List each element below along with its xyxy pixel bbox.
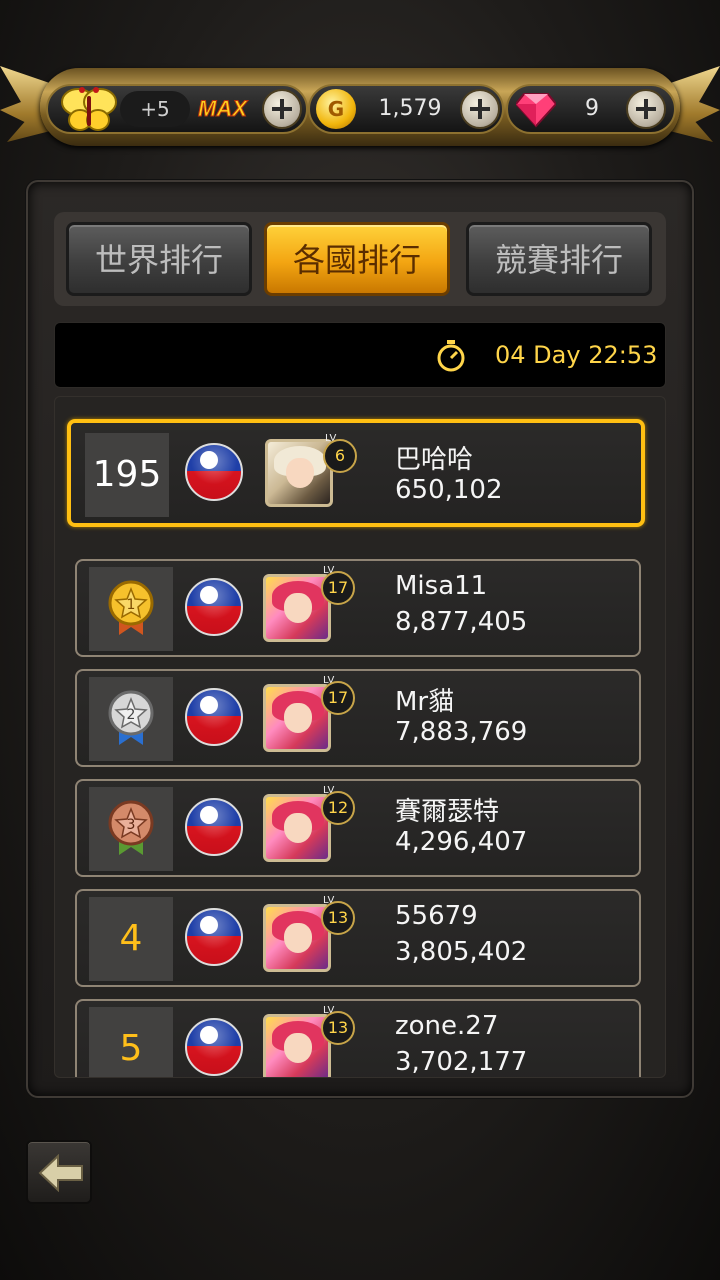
gem-amount: 9 bbox=[585, 96, 599, 121]
resource-bar: +5 MAX G 1,579 9 bbox=[0, 62, 720, 162]
energy-counter: +5 MAX bbox=[46, 84, 308, 134]
taiwan-flag-icon bbox=[185, 578, 243, 636]
taiwan-flag-icon bbox=[185, 1018, 243, 1076]
rank-number: 195 bbox=[85, 433, 169, 517]
rank-row[interactable]: 2 LV 17 Mr貓 7,883,769 bbox=[75, 669, 641, 767]
butterfly-energy-icon bbox=[61, 87, 117, 131]
rank-row[interactable]: 1 LV 17 Misa11 8,877,405 bbox=[75, 559, 641, 657]
player-score: 8,877,405 bbox=[395, 607, 528, 637]
svg-text:1: 1 bbox=[127, 597, 136, 613]
player-name: Mr貓 bbox=[395, 687, 455, 717]
timer-text: 04 Day 22:53 bbox=[495, 341, 658, 369]
player-score: 3,805,402 bbox=[395, 937, 528, 967]
gem-icon bbox=[516, 93, 556, 128]
player-level: 13 bbox=[321, 901, 355, 935]
rank-box: 3 bbox=[89, 787, 173, 871]
my-rank-row[interactable]: 195 LV 6 巴哈哈 650,102 bbox=[67, 419, 645, 527]
player-level: 17 bbox=[321, 681, 355, 715]
player-name: 55679 bbox=[395, 901, 478, 931]
ranking-list[interactable]: 195 LV 6 巴哈哈 650,102 1 LV 17 Misa11 8,87… bbox=[54, 396, 666, 1078]
taiwan-flag-icon bbox=[185, 908, 243, 966]
player-level: 17 bbox=[321, 571, 355, 605]
energy-max-label: MAX bbox=[198, 96, 248, 122]
rank-row[interactable]: 3 LV 12 賽爾瑟特 4,296,407 bbox=[75, 779, 641, 877]
gold-amount: 1,579 bbox=[378, 96, 442, 121]
rank-number: 5 bbox=[89, 1007, 173, 1077]
bronze-medal-icon: 3 bbox=[108, 800, 154, 855]
player-score: 7,883,769 bbox=[395, 717, 528, 747]
gold-medal-icon: 1 bbox=[108, 580, 154, 635]
rank-box: 2 bbox=[89, 677, 173, 761]
rank-box: 1 bbox=[89, 567, 173, 651]
player-score: 4,296,407 bbox=[395, 827, 528, 857]
player-name: Misa11 bbox=[395, 571, 488, 601]
player-name: zone.27 bbox=[395, 1011, 499, 1041]
player-level: 6 bbox=[323, 439, 357, 473]
rank-number: 4 bbox=[89, 897, 173, 981]
gold-coin-icon: G bbox=[316, 89, 356, 129]
player-score: 3,702,177 bbox=[395, 1047, 528, 1077]
tab-country-ranking[interactable]: 各國排行 bbox=[264, 222, 450, 296]
player-score: 650,102 bbox=[395, 475, 503, 505]
season-timer: 04 Day 22:53 bbox=[54, 322, 666, 388]
back-button[interactable] bbox=[26, 1140, 92, 1204]
gold-counter: G 1,579 bbox=[308, 84, 504, 134]
rank-row[interactable]: 4 LV 13 55679 3,805,402 bbox=[75, 889, 641, 987]
tab-competition-ranking[interactable]: 競賽排行 bbox=[466, 222, 652, 296]
player-name: 賽爾瑟特 bbox=[395, 797, 500, 827]
svg-text:2: 2 bbox=[127, 707, 136, 723]
player-avatar[interactable] bbox=[265, 439, 333, 507]
rank-row[interactable]: 5 LV 13 zone.27 3,702,177 bbox=[75, 999, 641, 1077]
add-gold-button[interactable] bbox=[460, 89, 500, 129]
taiwan-flag-icon bbox=[185, 798, 243, 856]
stopwatch-icon bbox=[437, 340, 465, 372]
gem-counter: 9 bbox=[506, 84, 676, 134]
tab-world-ranking[interactable]: 世界排行 bbox=[66, 222, 252, 296]
silver-medal-icon: 2 bbox=[108, 690, 154, 745]
energy-bonus: +5 bbox=[120, 91, 190, 127]
taiwan-flag-icon bbox=[185, 443, 243, 501]
svg-text:3: 3 bbox=[127, 817, 136, 833]
add-gem-button[interactable] bbox=[626, 89, 666, 129]
player-name: 巴哈哈 bbox=[395, 445, 474, 475]
add-energy-button[interactable] bbox=[262, 89, 302, 129]
player-level: 12 bbox=[321, 791, 355, 825]
player-level: 13 bbox=[321, 1011, 355, 1045]
back-arrow-icon bbox=[38, 1154, 83, 1192]
taiwan-flag-icon bbox=[185, 688, 243, 746]
